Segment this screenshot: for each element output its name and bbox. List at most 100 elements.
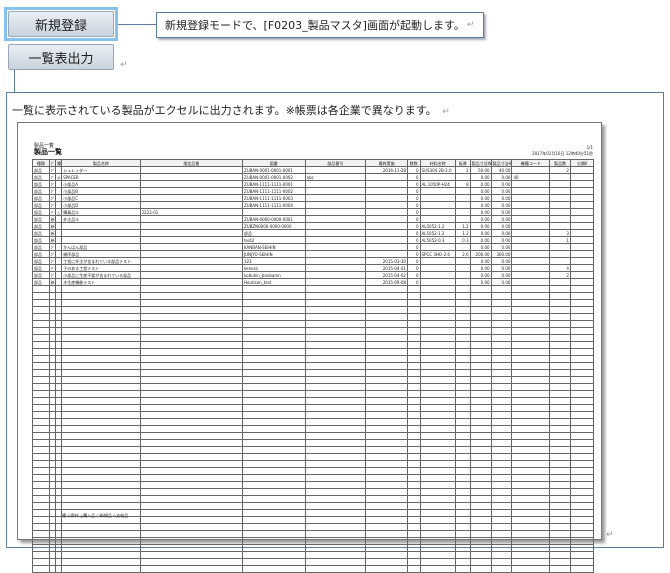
table-cell [511, 236, 551, 244]
table-cell [511, 446, 551, 454]
paragraph-mark: ↵ [466, 20, 475, 30]
table-cell: シュレッダー [61, 166, 141, 174]
table-cell [469, 355, 492, 363]
table-cell: 部品 [32, 194, 50, 202]
table-cell [32, 495, 50, 503]
table-cell [455, 306, 471, 314]
table-cell [569, 502, 595, 510]
table-cell: 0.00 [469, 229, 492, 237]
table-cell [407, 446, 421, 454]
table-cell: 0 [407, 187, 421, 195]
table-cell [241, 376, 306, 384]
table-cell [549, 187, 571, 195]
table-row [32, 425, 595, 433]
table-cell [32, 523, 50, 531]
table-cell [241, 432, 306, 440]
table-cell [469, 460, 492, 468]
table-cell [490, 299, 513, 307]
table-cell [407, 544, 421, 552]
table-row [32, 530, 595, 538]
table-cell: 0.00 [490, 271, 513, 279]
table-cell [365, 558, 408, 566]
table-cell [455, 565, 471, 573]
table-header-cell: 材料名称 [419, 159, 457, 167]
table-cell [569, 432, 595, 440]
table-cell [490, 411, 513, 419]
table-cell [419, 243, 457, 251]
table-cell [490, 362, 513, 370]
table-row [32, 495, 595, 503]
table-row: 部品 ｸﾞ シュレッダー ZUBAN-0001-0001-0001 2016-11-28… [32, 166, 595, 174]
table-cell [241, 285, 306, 293]
table-cell [407, 306, 421, 314]
table-cell [139, 369, 243, 377]
table-header-cell: 製品名称 [61, 159, 141, 167]
table-cell [549, 208, 571, 216]
table-cell [304, 187, 367, 195]
list-output-button[interactable]: 一覧表出力 [8, 44, 114, 70]
table-cell [241, 362, 306, 370]
table-cell [455, 411, 471, 419]
table-cell [469, 418, 492, 426]
table-cell [569, 425, 595, 433]
table-cell [241, 509, 306, 517]
table-row [32, 432, 595, 440]
table-cell [304, 257, 367, 265]
table-cell [139, 376, 243, 384]
table-cell [511, 355, 551, 363]
table-cell: 3 [549, 229, 571, 237]
table-cell [419, 404, 457, 412]
table-cell [569, 341, 595, 349]
table-cell: 0.00 [490, 201, 513, 209]
table-cell [419, 558, 457, 566]
table-cell [455, 187, 471, 195]
table-cell [139, 383, 243, 391]
table-cell [455, 523, 471, 531]
table-cell [490, 523, 513, 531]
table-cell [304, 348, 367, 356]
table-cell [304, 243, 367, 251]
table-cell [365, 229, 408, 237]
table-cell [455, 390, 471, 398]
table-row [32, 355, 595, 363]
table-cell: 0.00 [469, 180, 492, 188]
table-cell: ZUBAN-0001-0001-0002 [241, 173, 306, 181]
table-cell [569, 271, 595, 279]
table-cell [569, 467, 595, 475]
table-cell [549, 341, 571, 349]
table-cell [469, 488, 492, 496]
table-cell: 1.2 [455, 229, 471, 237]
table-cell [511, 194, 551, 202]
table-cell [304, 362, 367, 370]
table-cell [32, 299, 50, 307]
table-cell [469, 439, 492, 447]
table-cell [511, 383, 551, 391]
table-cell [419, 369, 457, 377]
table-cell [304, 460, 367, 468]
table-cell [490, 516, 513, 524]
table-cell [304, 411, 367, 419]
table-cell: ｸﾞ [48, 264, 56, 272]
table-cell [569, 173, 595, 181]
table-cell [365, 432, 408, 440]
table-cell [469, 453, 492, 461]
table-cell [511, 516, 551, 524]
table-cell [469, 348, 492, 356]
table-cell [304, 355, 367, 363]
table-cell: 0.00 [490, 208, 513, 216]
table-cell [139, 180, 243, 188]
table-cell [304, 425, 367, 433]
new-register-button[interactable]: 新規登録 [8, 11, 114, 37]
table-cell [139, 411, 243, 419]
table-cell [407, 509, 421, 517]
table-cell [419, 327, 457, 335]
table-cell [139, 516, 243, 524]
table-cell [139, 320, 243, 328]
table-cell: 部品 [32, 215, 50, 223]
table-header-cell: 製品寸法W [469, 159, 492, 167]
table-cell [455, 467, 471, 475]
table-cell [490, 544, 513, 552]
table-cell: 0.00 [469, 208, 492, 216]
table-cell [61, 369, 141, 377]
table-cell [511, 439, 551, 447]
